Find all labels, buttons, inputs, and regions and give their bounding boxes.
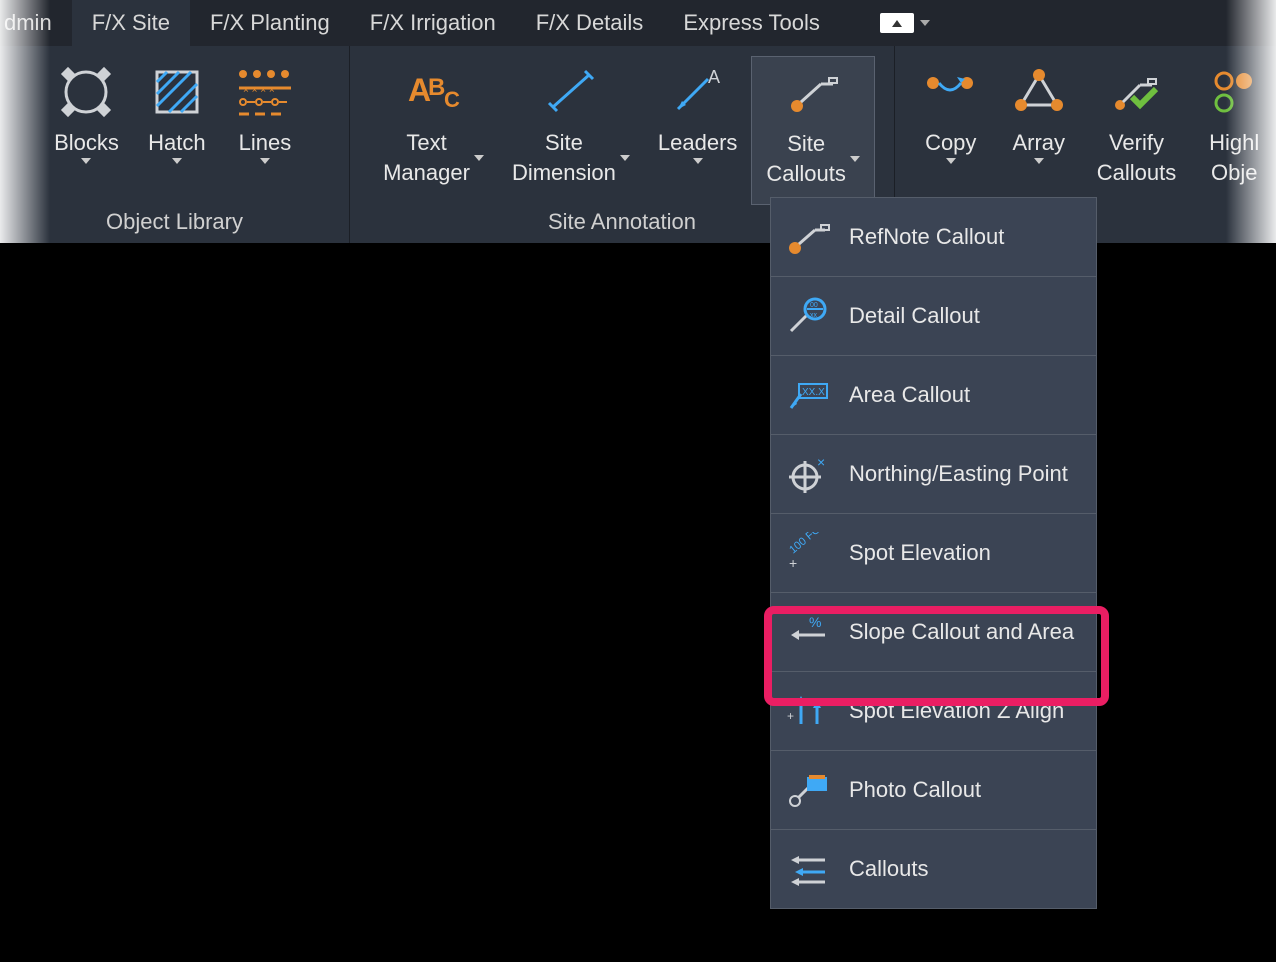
menu-callouts[interactable]: Callouts: [771, 830, 1096, 908]
refnote-callout-icon: [783, 212, 833, 262]
leaders-icon: A: [668, 62, 728, 122]
tab-fx-details[interactable]: F/X Details: [516, 0, 664, 46]
copy-button[interactable]: Copy: [907, 56, 995, 205]
lines-button[interactable]: × × × × Lines: [221, 56, 309, 205]
leaders-button[interactable]: A Leaders: [644, 56, 752, 205]
lines-icon: × × × ×: [235, 62, 295, 122]
menu-label: Callouts: [849, 856, 928, 882]
svg-text:XX.X: XX.X: [802, 387, 825, 398]
site-callouts-dropdown: RefNote Callout 00 xx Detail Callout XX.…: [770, 197, 1097, 909]
hatch-icon: [147, 62, 207, 122]
menu-northing-easting[interactable]: × Northing/Easting Point: [771, 435, 1096, 513]
svg-text:×: ×: [817, 454, 825, 470]
menu-spot-elevation[interactable]: + 100 FG Spot Elevation: [771, 514, 1096, 592]
text-manager-button[interactable]: A B C Text Manager: [369, 56, 498, 205]
svg-text:B: B: [428, 74, 445, 101]
menu-photo-callout[interactable]: Photo Callout: [771, 751, 1096, 829]
tab-express-tools[interactable]: Express Tools: [663, 0, 840, 46]
menu-label: Detail Callout: [849, 303, 980, 329]
panel-object-library: Blocks Hatch: [0, 46, 350, 243]
workspace-switch-icon[interactable]: [880, 13, 914, 33]
highlight-object-button[interactable]: Highl Obje: [1190, 56, 1264, 205]
copy-icon: [921, 62, 981, 122]
menu-label: RefNote Callout: [849, 224, 1004, 250]
verify-callouts-button[interactable]: Verify Callouts: [1083, 56, 1190, 205]
menu-label: Spot Elevation Z Align: [849, 698, 1064, 724]
svg-text:+: +: [789, 555, 797, 571]
hatch-button[interactable]: Hatch: [133, 56, 221, 205]
site-callouts-button[interactable]: Site Callouts: [751, 56, 874, 205]
verify-callouts-icon: [1106, 62, 1166, 122]
menu-label: Northing/Easting Point: [849, 461, 1068, 487]
menu-detail-callout[interactable]: 00 xx Detail Callout: [771, 277, 1096, 355]
ribbon-tabs: dmin F/X Site F/X Planting F/X Irrigatio…: [0, 0, 1276, 46]
menu-spot-z-align[interactable]: + + Spot Elevation Z Align: [771, 672, 1096, 750]
tab-fx-planting[interactable]: F/X Planting: [190, 0, 350, 46]
svg-text:C: C: [444, 87, 460, 112]
menu-refnote-callout[interactable]: RefNote Callout: [771, 198, 1096, 276]
svg-text:× × × ×: × × × ×: [243, 85, 275, 96]
photo-callout-icon: [783, 765, 833, 815]
menu-area-callout[interactable]: XX.X Area Callout: [771, 356, 1096, 434]
highlight-object-icon: [1204, 62, 1264, 122]
svg-text:xx: xx: [810, 312, 818, 319]
array-button[interactable]: Array: [995, 56, 1083, 205]
spot-elevation-icon: + 100 FG: [783, 528, 833, 578]
svg-text:%: %: [809, 614, 821, 630]
callouts-icon: [783, 844, 833, 894]
menu-label: Photo Callout: [849, 777, 981, 803]
detail-callout-icon: 00 xx: [783, 291, 833, 341]
tab-fx-site[interactable]: F/X Site: [72, 0, 190, 46]
site-callouts-icon: [783, 63, 843, 123]
site-dimension-icon: [541, 62, 601, 122]
menu-label: Slope Callout and Area: [849, 619, 1074, 645]
menu-label: Area Callout: [849, 382, 970, 408]
panel-title-object-library: Object Library: [0, 205, 349, 243]
menu-label: Spot Elevation: [849, 540, 991, 566]
spot-z-align-icon: + +: [783, 686, 833, 736]
northing-easting-icon: ×: [783, 449, 833, 499]
tab-admin[interactable]: dmin: [0, 0, 72, 46]
slope-callout-icon: %: [783, 607, 833, 657]
area-callout-icon: XX.X: [783, 370, 833, 420]
svg-text:00: 00: [810, 302, 818, 309]
site-dimension-button[interactable]: Site Dimension: [498, 56, 644, 205]
svg-text:A: A: [708, 67, 720, 87]
array-icon: [1009, 62, 1069, 122]
blocks-button[interactable]: Blocks: [40, 56, 133, 205]
svg-text:+: +: [787, 709, 794, 723]
svg-text:100 FG: 100 FG: [787, 532, 823, 556]
blocks-icon: [56, 62, 116, 122]
tab-fx-irrigation[interactable]: F/X Irrigation: [350, 0, 516, 46]
text-manager-icon: A B C: [404, 62, 464, 122]
workspace-switch-dropdown-icon[interactable]: [920, 20, 930, 26]
menu-slope-callout[interactable]: % Slope Callout and Area: [771, 593, 1096, 671]
